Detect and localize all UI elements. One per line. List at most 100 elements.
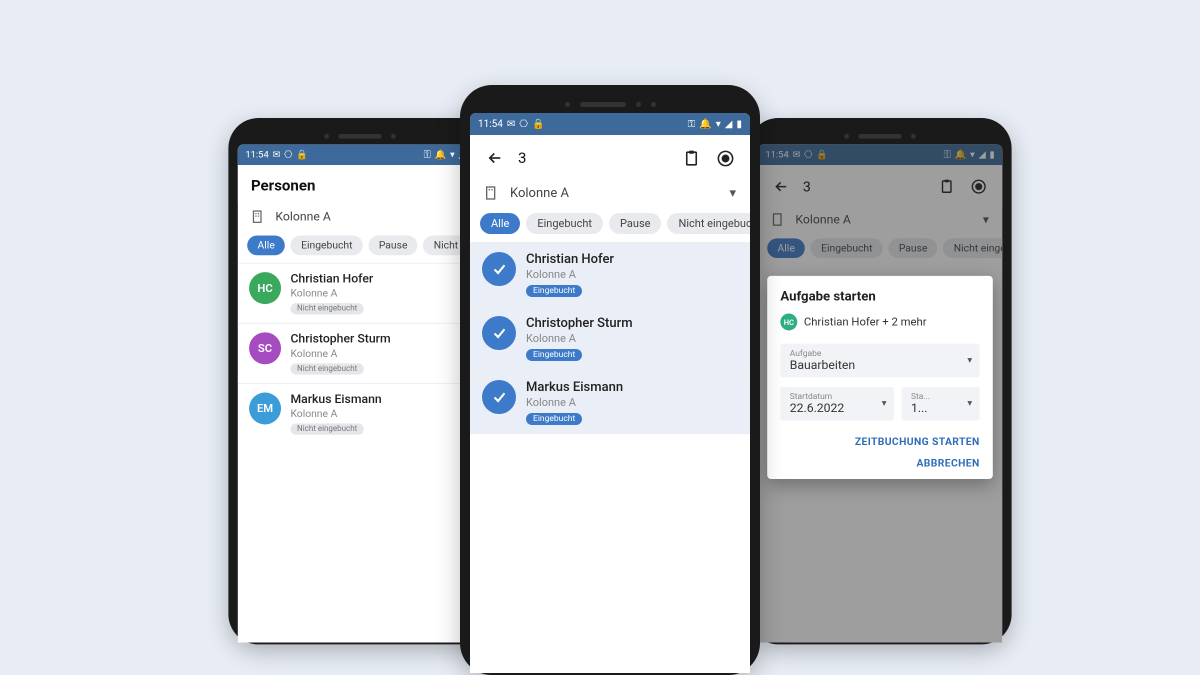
- filter-pause[interactable]: Pause: [609, 213, 661, 234]
- person-group: Kolonne A: [526, 396, 623, 409]
- status-time: 11:54: [245, 149, 268, 159]
- filter-booked[interactable]: Eingebucht: [291, 236, 363, 256]
- chevron-down-icon: ▾: [967, 355, 972, 365]
- status-badge: Nicht eingebucht: [290, 363, 363, 374]
- avatar: HC: [780, 314, 797, 331]
- filter-chips: Alle Eingebucht Pause Nicht eingebucht: [470, 209, 750, 242]
- person-name: Christopher Sturm: [290, 332, 390, 346]
- field-label: Startdatum: [790, 392, 885, 401]
- start-date-select[interactable]: Startdatum 22.6.2022 ▾: [780, 387, 894, 421]
- check-icon: [491, 389, 508, 406]
- record-icon: [716, 149, 735, 168]
- mail-icon: ✉: [507, 119, 515, 130]
- list-item[interactable]: Christian Hofer Kolonne A Eingebucht: [470, 242, 750, 306]
- selection-count: 3: [518, 149, 526, 167]
- modal-title: Aufgabe starten: [780, 289, 979, 304]
- person-group: Kolonne A: [290, 287, 373, 299]
- group-selector[interactable]: Kolonne A ▾: [470, 179, 750, 209]
- chevron-down-icon: ▾: [729, 186, 736, 201]
- task-select[interactable]: Aufgabe Bauarbeiten ▾: [780, 344, 979, 378]
- selected-check-icon: [482, 316, 516, 350]
- list-item[interactable]: Christopher Sturm Kolonne A Eingebucht: [470, 306, 750, 370]
- status-time: 11:54: [478, 119, 503, 130]
- clipboard-play-icon: [682, 149, 701, 168]
- person-group: Kolonne A: [290, 408, 381, 420]
- bell-icon: 🔔: [435, 149, 447, 159]
- person-name: Markus Eismann: [526, 380, 623, 395]
- field-value: 1...: [911, 402, 970, 416]
- avatar: HC: [249, 272, 281, 304]
- list-item[interactable]: Markus Eismann Kolonne A Eingebucht: [470, 370, 750, 434]
- list-item[interactable]: HC Christian Hofer Kolonne A Nicht einge…: [238, 263, 482, 323]
- person-group: Kolonne A: [290, 347, 390, 359]
- group-selector[interactable]: Kolonne A: [238, 204, 482, 232]
- person-group: Kolonne A: [526, 268, 614, 281]
- start-task-modal: Aufgabe starten HC Christian Hofer + 2 m…: [767, 276, 993, 479]
- building-icon: [251, 209, 266, 224]
- person-name: Markus Eismann: [290, 392, 381, 406]
- start-timebooking-button[interactable]: ZEITBUCHUNG STARTEN: [855, 436, 980, 448]
- status-bar: 11:54 ✉ ⎔ 🔒 ⚿ 🔔 ▾ ◢ ▮: [470, 113, 750, 135]
- person-name: Christopher Sturm: [526, 316, 633, 331]
- start-time-select[interactable]: Sta... 1... ▾: [902, 387, 980, 421]
- avatar: SC: [249, 332, 281, 364]
- page-header: 3: [470, 135, 750, 179]
- cancel-button[interactable]: ABBRECHEN: [916, 457, 979, 469]
- back-button[interactable]: [484, 147, 506, 169]
- lock-icon: 🔒: [296, 149, 308, 159]
- key-icon: ⚿: [424, 149, 431, 159]
- modal-participants: HC Christian Hofer + 2 mehr: [780, 314, 979, 331]
- filter-all[interactable]: Alle: [247, 236, 285, 256]
- start-task-button[interactable]: [680, 147, 702, 169]
- list-item[interactable]: SC Christopher Sturm Kolonne A Nicht ein…: [238, 323, 482, 383]
- signal-icon: ◢: [725, 119, 733, 130]
- person-group: Kolonne A: [526, 332, 633, 345]
- filter-all[interactable]: Alle: [480, 213, 520, 234]
- chevron-down-icon: ▾: [967, 399, 972, 409]
- wifi-icon: ▾: [716, 119, 721, 130]
- selected-check-icon: [482, 380, 516, 414]
- field-label: Aufgabe: [790, 349, 970, 358]
- phone-right: 11:54 ✉ ⎔ 🔒 ⚿ 🔔 ▾ ◢ ▮ 3: [748, 118, 1011, 644]
- group-label: Kolonne A: [510, 186, 719, 201]
- wifi-icon: ▾: [450, 149, 455, 159]
- status-badge: Eingebucht: [526, 349, 582, 361]
- bell-icon: 🔔: [699, 119, 711, 130]
- filter-pause[interactable]: Pause: [368, 236, 417, 256]
- status-badge: Eingebucht: [526, 413, 582, 425]
- person-list: HC Christian Hofer Kolonne A Nicht einge…: [238, 263, 482, 643]
- page-title: Personen: [251, 176, 469, 194]
- status-badge: Nicht eingebucht: [290, 303, 363, 314]
- filter-chips: Alle Eingebucht Pause Nicht eingebucht: [238, 232, 482, 263]
- status-badge: Nicht eingebucht: [290, 424, 363, 435]
- filter-booked[interactable]: Eingebucht: [526, 213, 603, 234]
- status-badge: Eingebucht: [526, 285, 582, 297]
- group-label: Kolonne A: [275, 210, 469, 224]
- avatar: EM: [249, 392, 281, 424]
- status-bar: 11:54 ✉ ⎔ 🔒 ⚿ 🔔 ▾ ◢ ▮: [238, 144, 482, 165]
- check-icon: [491, 325, 508, 342]
- field-label: Sta...: [911, 392, 970, 401]
- location-icon: ⎔: [519, 119, 528, 130]
- page-header: Personen: [238, 165, 482, 204]
- participants-text: Christian Hofer + 2 mehr: [804, 315, 927, 328]
- person-name: Christian Hofer: [290, 272, 373, 286]
- back-arrow-icon: [486, 149, 504, 167]
- phone-center: 11:54 ✉ ⎔ 🔒 ⚿ 🔔 ▾ ◢ ▮ 3: [460, 85, 760, 675]
- list-item[interactable]: EM Markus Eismann Kolonne A Nicht eingeb…: [238, 383, 482, 443]
- person-list: Christian Hofer Kolonne A Eingebucht Chr…: [470, 242, 750, 673]
- key-icon: ⚿: [688, 119, 696, 130]
- person-name: Christian Hofer: [526, 252, 614, 267]
- building-icon: [484, 185, 500, 201]
- check-icon: [491, 261, 508, 278]
- battery-icon: ▮: [736, 119, 742, 130]
- field-value: 22.6.2022: [790, 402, 885, 416]
- field-value: Bauarbeiten: [790, 359, 970, 373]
- record-button[interactable]: [714, 147, 736, 169]
- mail-icon: ✉: [272, 149, 280, 159]
- chevron-down-icon: ▾: [882, 399, 887, 409]
- filter-notbooked[interactable]: Nicht eingebucht: [667, 213, 750, 234]
- lock-icon: 🔒: [532, 119, 544, 130]
- location-icon: ⎔: [284, 149, 292, 159]
- phone-left: 11:54 ✉ ⎔ 🔒 ⚿ 🔔 ▾ ◢ ▮ Personen Kolon: [228, 118, 491, 644]
